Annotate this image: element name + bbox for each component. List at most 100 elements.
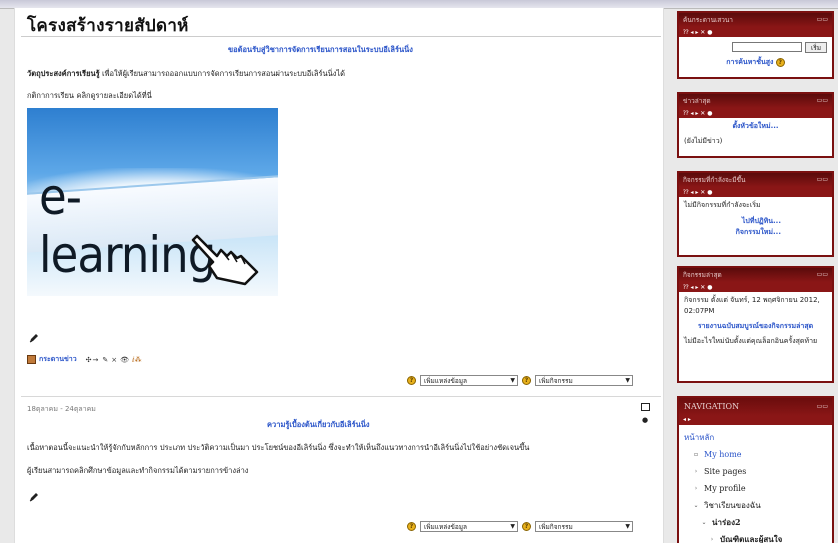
collapse-arrow-icon[interactable]: ⌄	[700, 519, 708, 526]
full-report-link[interactable]: รายงานฉบับสมบูรณ์ของกิจกรรมล่าสุด	[698, 322, 813, 330]
advanced-search-link[interactable]: การค้นหาชั้นสูง	[726, 58, 773, 66]
navigation-block: NAVIGATION ▭▭ ◂ ▸ หน้าหลัก ▫ My home › Site…	[677, 396, 834, 543]
block-controls-icon[interactable]: ▭▭	[817, 16, 828, 23]
forum-link[interactable]: กระดานข่าว	[39, 354, 77, 365]
week-intro-text: เนื้อหาตอนนี้จะแนะนำให้รู้จักกับหลักการ …	[27, 443, 530, 452]
nav-item[interactable]: › Site pages	[684, 463, 827, 480]
nav-label[interactable]: น่าร่อง2	[712, 516, 741, 529]
visibility-icon[interactable]: 👁	[120, 356, 129, 364]
block-header: กิจกรรมที่กำลังจะมีขึ้น ▭▭	[679, 173, 832, 187]
block-controls-icon[interactable]: ▭▭	[817, 176, 828, 183]
block-title: NAVIGATION	[684, 402, 740, 411]
add-resource-select[interactable]: เพิ่มแหล่งข้อมูล ▼	[420, 375, 518, 386]
chevron-down-icon: ▼	[625, 523, 630, 530]
edit-icon[interactable]: ✎	[102, 356, 108, 364]
nav-item[interactable]: ⌄ วิชาเรียนของฉัน	[684, 497, 827, 514]
block-body: ไม่มีกิจกรรมที่กำลังจะเริ่ม ไปที่ปฏิทิน.…	[679, 197, 832, 241]
edit-summary-icon[interactable]	[29, 333, 39, 343]
page-title: โครงสร้างรายสัปดาห์	[27, 16, 189, 36]
add-controls-top: ? เพิ่มแหล่งข้อมูล ▼ ? เพิ่มกิจกรรม ▼	[407, 375, 633, 386]
add-resource-label: เพิ่มแหล่งข้อมูล	[424, 376, 468, 385]
block-header: NAVIGATION ▭▭	[679, 398, 832, 416]
help-icon[interactable]: ?	[407, 522, 416, 531]
nav-item[interactable]: ⌄ น่าร่อง2	[684, 514, 827, 531]
nav-link[interactable]: My home	[704, 450, 742, 459]
add-activity-select[interactable]: เพิ่มกิจกรรม ▼	[535, 521, 633, 532]
advanced-search-row: การค้นหาชั้นสูง ?	[684, 57, 827, 68]
welcome-link[interactable]: ขอต้อนรับสู่วิชาการจัดการเรียนการสอนในระ…	[228, 44, 413, 56]
help-icon[interactable]: ?	[407, 376, 416, 385]
section-divider	[21, 396, 661, 397]
nothing-new-text: ไม่มีอะไรใหม่นับตั้งแต่คุณล็อกอินครั้งสุ…	[684, 337, 818, 345]
edit-summary-icon[interactable]	[29, 492, 39, 502]
chevron-down-icon: ▼	[625, 377, 630, 384]
block-body: เริ่ม การค้นหาชั้นสูง ?	[679, 37, 832, 71]
nav-label[interactable]: Site pages	[704, 467, 746, 476]
expand-arrow-icon[interactable]: ›	[692, 468, 700, 475]
nav-label[interactable]: วิชาเรียนของฉัน	[704, 499, 761, 512]
groups-icon[interactable]: ⅈ⁂	[132, 356, 141, 364]
no-news-text: (ยังไม่มีข่าว)	[684, 137, 723, 145]
nav-item[interactable]: › My profile	[684, 480, 827, 497]
collapse-arrow-icon[interactable]: ⌄	[692, 502, 700, 509]
course-content: โครงสร้างรายสัปดาห์ ขอต้อนรับสู่วิชาการจ…	[14, 8, 664, 543]
week-date: 18ตุลาคม - 24ตุลาคม	[27, 405, 96, 413]
block-body: ตั้งหัวข้อใหม่... (ยังไม่มีข่าว)	[679, 118, 832, 150]
block-header: ค้นกระดานเสวนา ▭▭	[679, 13, 832, 27]
add-resource-select[interactable]: เพิ่มแหล่งข้อมูล ▼	[420, 521, 518, 532]
block-edit-icons[interactable]: ⁇ ◂ ▸ ✕ ●	[679, 108, 832, 118]
week-instruction-text: ผู้เรียนสามารถคลิกศึกษาข้อมูลและทำกิจกรร…	[27, 466, 249, 475]
block-controls-icon[interactable]: ▭▭	[817, 97, 828, 104]
search-forums-block: ค้นกระดานเสวนา ▭▭ ⁇ ◂ ▸ ✕ ● เริ่ม การค้นห…	[677, 11, 834, 79]
help-icon[interactable]: ?	[522, 376, 531, 385]
delete-icon[interactable]: ×	[111, 356, 117, 364]
block-controls-icon[interactable]: ▭▭	[817, 271, 828, 278]
expand-arrow-icon[interactable]: ›	[708, 536, 716, 543]
block-edit-icons[interactable]: ⁇ ◂ ▸ ✕ ●	[679, 187, 832, 197]
block-title: ค้นกระดานเสวนา	[683, 16, 733, 24]
add-activity-label: เพิ่มกิจกรรม	[539, 522, 573, 531]
rules-text[interactable]: กติกาการเรียน คลิกดูรายละเอียดได้ที่นี่	[27, 90, 152, 102]
add-controls-week: ? เพิ่มแหล่งข้อมูล ▼ ? เพิ่มกิจกรรม ▼	[407, 521, 633, 532]
block-title: ข่าวล่าสุด	[683, 97, 711, 105]
search-go-button[interactable]: เริ่ม	[805, 42, 827, 53]
objective-text: เพื่อให้ผู้เรียนสามารถออกแบบการจัดการเรี…	[99, 69, 346, 78]
nav-item[interactable]: ▫ My home	[684, 446, 827, 463]
add-activity-select[interactable]: เพิ่มกิจกรรม ▼	[535, 375, 633, 386]
bullet-icon: ▫	[693, 451, 699, 458]
week-heading-link[interactable]: ความรู้เบื้องต้นเกี่ยวกับอีเลิร์นนิ่ง	[267, 419, 370, 431]
objective-label: วัตถุประสงค์การเรียนรู้	[27, 69, 100, 78]
nav-home-link[interactable]: หน้าหลัก	[684, 431, 714, 444]
help-icon[interactable]: ?	[775, 58, 785, 67]
forum-row: กระดานข่าว ✣→ ✎ × 👁 ⅈ⁂	[27, 354, 142, 365]
latest-news-block: ข่าวล่าสุด ▭▭ ⁇ ◂ ▸ ✕ ● ตั้งหัวข้อใหม่...…	[677, 92, 834, 158]
elearning-banner-image: e-learning...	[27, 108, 278, 296]
eye-icon[interactable]: ●	[642, 416, 648, 424]
chevron-down-icon: ▼	[510, 377, 515, 384]
navigation-tree: หน้าหลัก ▫ My home › Site pages › My profil…	[679, 425, 832, 543]
block-controls-icon[interactable]: ▭▭	[817, 403, 828, 410]
nav-label[interactable]: My profile	[704, 484, 746, 493]
block-edit-icons[interactable]: ⁇ ◂ ▸ ✕ ●	[679, 27, 832, 37]
recent-activity-block: กิจกรรมล่าสุด ▭▭ ⁇ ◂ ▸ ✕ ● กิจกรรม ตั้งแต…	[677, 266, 834, 383]
pointer-hand-icon	[191, 234, 259, 286]
highlight-square-icon[interactable]	[641, 403, 650, 411]
objective-line: วัตถุประสงค์การเรียนรู้ เพื่อให้ผู้เรียน…	[27, 68, 345, 80]
search-input[interactable]	[732, 42, 802, 52]
nav-label[interactable]: บัณฑิตและผู้สนใจ	[720, 533, 782, 543]
nav-item-home[interactable]: หน้าหลัก	[684, 429, 827, 446]
new-event-link[interactable]: กิจกรรมใหม่...	[736, 228, 781, 236]
block-edit-icons[interactable]: ⁇ ◂ ▸ ✕ ●	[679, 282, 832, 292]
nav-item[interactable]: › บัณฑิตและผู้สนใจ	[684, 531, 827, 543]
block-title: กิจกรรมล่าสุด	[683, 271, 722, 279]
block-header: ข่าวล่าสุด ▭▭	[679, 94, 832, 108]
add-activity-label: เพิ่มกิจกรรม	[539, 376, 573, 385]
add-resource-label: เพิ่มแหล่งข้อมูล	[424, 522, 468, 531]
move-icon[interactable]: ✣→	[86, 356, 100, 364]
expand-arrow-icon[interactable]: ›	[692, 485, 700, 492]
block-edit-icons[interactable]: ◂ ▸	[679, 416, 832, 425]
add-news-topic-link[interactable]: ตั้งหัวข้อใหม่...	[732, 122, 778, 130]
help-icon[interactable]: ?	[522, 522, 531, 531]
calendar-link[interactable]: ไปที่ปฏิทิน...	[742, 217, 781, 225]
no-events-text: ไม่มีกิจกรรมที่กำลังจะเริ่ม	[684, 201, 761, 209]
